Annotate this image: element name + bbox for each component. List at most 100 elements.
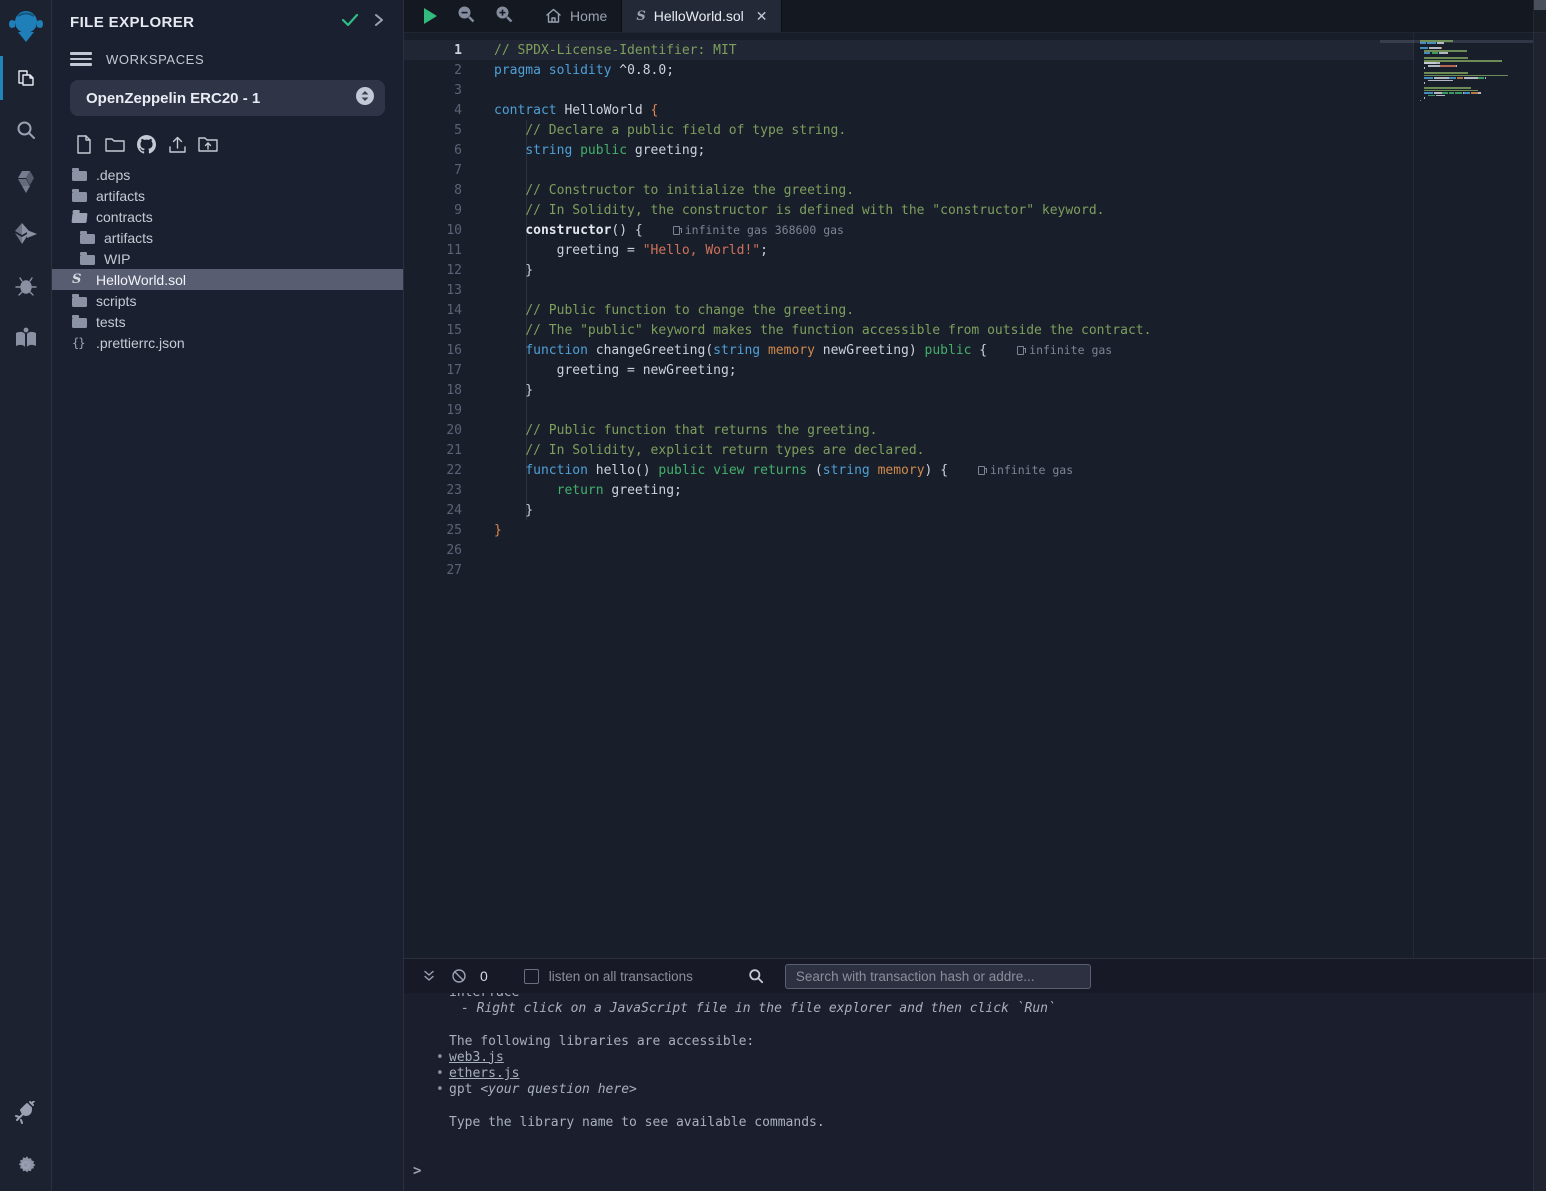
line-number: 18 xyxy=(404,383,462,398)
solidity-file-icon: S xyxy=(636,10,645,23)
zoom-in-icon[interactable] xyxy=(495,5,513,28)
github-icon[interactable] xyxy=(136,134,156,154)
sidebar-item-file-explorer[interactable] xyxy=(0,52,52,104)
folder-icon xyxy=(80,232,104,244)
code-line-2: 2pragma solidity ^0.8.0; xyxy=(404,60,1414,80)
terminal-line: •gpt <your question here> xyxy=(449,1082,1546,1098)
tree-item-artifacts[interactable]: artifacts xyxy=(52,227,403,248)
tree-item-scripts[interactable]: scripts xyxy=(52,290,403,311)
folder-icon xyxy=(80,253,104,265)
main-area: Home S HelloWorld.sol ✕ 1// SPDX-License… xyxy=(404,0,1546,1191)
line-number: 23 xyxy=(404,483,462,498)
tree-item--prettierrc-json[interactable]: {}.prettierrc.json xyxy=(52,332,403,353)
line-number: 14 xyxy=(404,303,462,318)
new-folder-icon[interactable] xyxy=(105,134,125,154)
code-line-6: 6 string public greeting; xyxy=(404,140,1414,160)
workspace-select[interactable]: OpenZeppelin ERC20 - 1 xyxy=(70,80,385,116)
collapse-terminal-icon[interactable] xyxy=(414,964,444,988)
clear-console-icon[interactable] xyxy=(444,964,474,988)
plugin-manager-icon[interactable] xyxy=(0,1087,52,1139)
remix-logo[interactable] xyxy=(0,0,52,52)
code-text: } xyxy=(462,503,533,518)
code-line-7: 7 xyxy=(404,160,1414,180)
editor-tab-bar: Home S HelloWorld.sol ✕ xyxy=(404,0,1546,33)
tree-item-wip[interactable]: WIP xyxy=(52,248,403,269)
workspaces-menu-icon[interactable] xyxy=(70,49,92,69)
new-file-icon[interactable] xyxy=(74,134,94,154)
code-text: // The "public" keyword makes the functi… xyxy=(462,323,1151,338)
code-text: function changeGreeting(string memory ne… xyxy=(462,343,987,358)
code-line-13: 13 xyxy=(404,280,1414,300)
sidebar-item-search[interactable] xyxy=(0,104,52,156)
minimap[interactable] xyxy=(1420,40,1532,107)
chevron-right-icon[interactable] xyxy=(373,13,385,32)
tab-label: Home xyxy=(570,8,607,24)
bullet: • xyxy=(436,1082,444,1098)
tab-label: HelloWorld.sol xyxy=(654,8,744,24)
line-number: 17 xyxy=(404,363,462,378)
tree-item-label: HelloWorld.sol xyxy=(96,272,186,288)
terminal-panel: 0 listen on all transactions interface- … xyxy=(404,958,1546,1191)
run-play-button[interactable] xyxy=(424,8,437,24)
code-text: // In Solidity, the constructor is defin… xyxy=(462,203,1105,218)
folder-icon xyxy=(72,169,96,181)
code-line-25: 25} xyxy=(404,520,1414,540)
code-line-12: 12 } xyxy=(404,260,1414,280)
sidebar-item-debugger[interactable] xyxy=(0,260,52,312)
zoom-out-icon[interactable] xyxy=(457,5,475,28)
upload-file-icon[interactable] xyxy=(167,134,187,154)
tab-home[interactable]: Home xyxy=(531,0,621,32)
scrollbar-thumb[interactable] xyxy=(1534,0,1546,10)
sidebar-item-deploy-run[interactable] xyxy=(0,208,52,260)
terminal-toolbar: 0 listen on all transactions xyxy=(404,959,1546,993)
tree-item--deps[interactable]: .deps xyxy=(52,164,403,185)
code-line-24: 24 } xyxy=(404,500,1414,520)
line-number: 13 xyxy=(404,283,462,298)
close-tab-icon[interactable]: ✕ xyxy=(756,8,768,25)
line-number: 3 xyxy=(404,83,462,98)
tree-item-label: artifacts xyxy=(104,230,153,246)
settings-gear-icon[interactable] xyxy=(0,1139,52,1191)
tree-item-contracts[interactable]: contracts xyxy=(52,206,403,227)
line-number: 11 xyxy=(404,243,462,258)
tree-item-label: .deps xyxy=(96,167,130,183)
tree-item-helloworld-sol[interactable]: SHelloWorld.sol xyxy=(52,269,403,290)
tab-helloworld-sol[interactable]: S HelloWorld.sol ✕ xyxy=(621,0,782,32)
code-editor[interactable]: 1// SPDX-License-Identifier: MIT2pragma … xyxy=(404,33,1546,958)
code-text: greeting = newGreeting; xyxy=(462,363,737,378)
code-text: // Declare a public field of type string… xyxy=(462,123,846,138)
code-text: return greeting; xyxy=(462,483,682,498)
code-line-17: 17 greeting = newGreeting; xyxy=(404,360,1414,380)
solidity-file-icon: S xyxy=(72,273,96,286)
tree-item-tests[interactable]: tests xyxy=(52,311,403,332)
terminal-link[interactable]: •ethers.js xyxy=(449,1066,1546,1082)
line-number: 6 xyxy=(404,143,462,158)
terminal-output[interactable]: interface- Right click on a JavaScript f… xyxy=(404,993,1546,1191)
fuel-pump-icon xyxy=(1017,346,1024,355)
terminal-search-input[interactable] xyxy=(785,964,1091,989)
terminal-line: interface xyxy=(449,993,1546,1001)
panel-title: FILE EXPLORER xyxy=(70,14,327,31)
code-line-11: 11 greeting = "Hello, World!"; xyxy=(404,240,1414,260)
sidebar-item-solidity-compiler[interactable] xyxy=(0,156,52,208)
line-number: 20 xyxy=(404,423,462,438)
workspace-sort-icon[interactable] xyxy=(355,86,375,111)
indent-guide xyxy=(526,120,527,520)
terminal-prompt[interactable]: > xyxy=(413,1163,421,1179)
line-number: 19 xyxy=(404,403,462,418)
code-text: } xyxy=(462,263,533,278)
code-text: // Constructor to initialize the greetin… xyxy=(462,183,854,198)
sidebar-item-learneth[interactable] xyxy=(0,312,52,364)
check-icon[interactable] xyxy=(341,13,359,32)
code-text: } xyxy=(462,523,502,538)
tree-item-label: .prettierrc.json xyxy=(96,335,185,351)
code-text: greeting = "Hello, World!"; xyxy=(462,243,768,258)
line-number: 4 xyxy=(404,103,462,118)
window-scrollbar[interactable] xyxy=(1533,0,1546,1191)
code-text: function hello() public view returns (st… xyxy=(462,463,948,478)
upload-folder-icon[interactable] xyxy=(198,134,218,154)
tree-item-artifacts[interactable]: artifacts xyxy=(52,185,403,206)
listen-transactions-checkbox[interactable] xyxy=(524,969,539,984)
terminal-link[interactable]: •web3.js xyxy=(449,1050,1546,1066)
code-text: contract HelloWorld { xyxy=(462,103,658,118)
